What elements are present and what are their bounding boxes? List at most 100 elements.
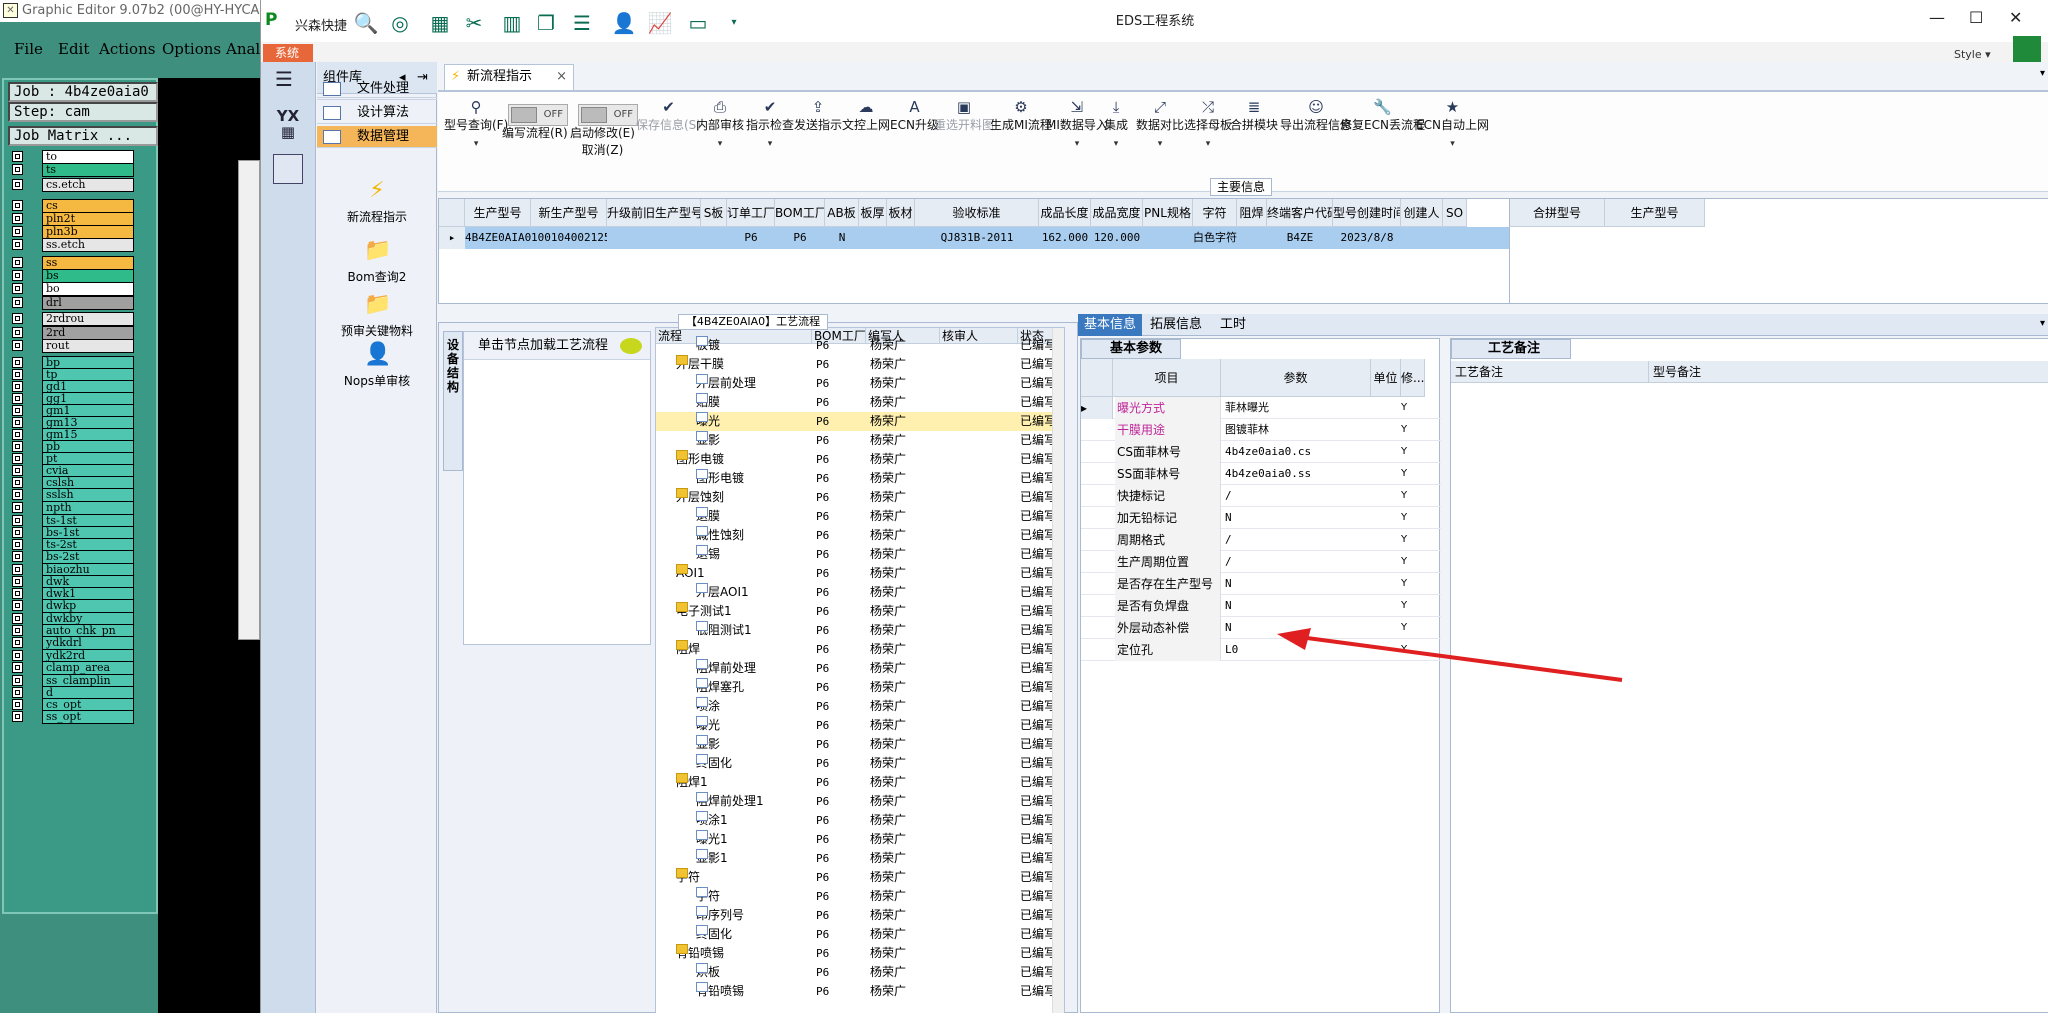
layer-row[interactable]: bs-2st [12, 550, 134, 564]
ribbon-9-button[interactable]: A ECN升级 [890, 98, 939, 133]
maximize-button[interactable]: ☐ [1969, 8, 1983, 27]
tree-row[interactable]: 阻焊前处理1 P6 杨荣广 已编写 [656, 792, 1064, 811]
layer-row[interactable]: cs.etch [12, 178, 134, 192]
layer-checkbox[interactable] [12, 675, 23, 686]
tree-row[interactable]: 贴膜 P6 杨荣广 已编写 [656, 393, 1064, 412]
param-value[interactable]: N [1223, 595, 1369, 617]
dropdown-arrow-icon[interactable]: ▾ [696, 139, 744, 149]
layer-checkbox[interactable] [12, 381, 23, 392]
param-value[interactable]: L0 [1223, 639, 1369, 661]
ribbon-19-button[interactable]: ★ ECN自动上网 ▾ [1416, 98, 1489, 149]
tree-row[interactable]: −有铅喷锡 P6 杨荣广 已编写 [656, 944, 1064, 963]
tree-row[interactable]: 曝光 P6 杨荣广 已编写 [656, 412, 1064, 431]
tree-row[interactable]: 阻焊塞孔 P6 杨荣广 已编写 [656, 678, 1064, 697]
grid-cell[interactable] [1443, 227, 1467, 249]
layer-checkbox[interactable] [12, 179, 23, 190]
layer-row[interactable]: sslsh [12, 488, 134, 502]
tree-row[interactable]: 图形电镀 P6 杨荣广 已编写 [656, 469, 1064, 488]
param-value[interactable]: 4b4ze0aia0.cs [1223, 441, 1369, 463]
param-row[interactable]: 干膜用途 图镀菲林 Y [1081, 419, 1441, 441]
tree-row[interactable]: 喷涂1 P6 杨荣广 已编写 [656, 811, 1064, 830]
layer-row[interactable]: ss_opt [12, 710, 134, 724]
layer-checkbox[interactable] [12, 239, 23, 250]
layer-checkbox[interactable] [12, 226, 23, 237]
layer-checkbox[interactable] [12, 313, 23, 324]
grid-cell[interactable] [701, 227, 727, 249]
layer-row[interactable]: to [12, 150, 134, 164]
layer-checkbox[interactable] [12, 515, 23, 526]
layer-checkbox[interactable] [12, 151, 23, 162]
tree-row[interactable]: 终固化 P6 杨荣广 已编写 [656, 754, 1064, 773]
layer-checkbox[interactable] [12, 429, 23, 440]
param-row[interactable]: 定位孔 L0 Y [1081, 639, 1441, 661]
nav-bom-query[interactable]: 📁 Bom查询2 [317, 238, 437, 285]
grid-cell[interactable] [1237, 227, 1267, 249]
tree-row[interactable]: −阻焊1 P6 杨荣广 已编写 [656, 773, 1064, 792]
param-value[interactable]: / [1223, 551, 1369, 573]
dropdown-arrow-icon[interactable]: ▾ [1104, 139, 1128, 149]
param-row[interactable]: 生产周期位置 / Y [1081, 551, 1441, 573]
param-row[interactable]: 快捷标记 / Y [1081, 485, 1441, 507]
grid-cell[interactable] [887, 227, 915, 249]
grid-cell[interactable]: 120.000 [1091, 227, 1143, 249]
grid-cell[interactable]: 10010400212505 [531, 227, 607, 249]
layer-checkbox[interactable] [12, 465, 23, 476]
tree-row[interactable]: 显影 P6 杨荣广 已编写 [656, 735, 1064, 754]
grid-cell[interactable] [859, 227, 887, 249]
param-row[interactable]: SS面菲林号 4b4ze0aia0.ss Y [1081, 463, 1441, 485]
menu-file[interactable]: File [14, 40, 43, 58]
tree-scrollbar[interactable] [1052, 328, 1064, 1013]
tab-list-icon[interactable]: ▾ [2040, 68, 2045, 79]
layer-checkbox[interactable] [12, 357, 23, 368]
load-flow-box[interactable]: 单击节点加载工艺流程 [463, 331, 651, 645]
tree-row[interactable]: 低阻测试1 P6 杨荣广 已编写 [656, 621, 1064, 640]
tree-row[interactable]: 印序列号 P6 杨荣广 已编写 [656, 906, 1064, 925]
nav-item-data-manage[interactable]: 数据管理 [317, 126, 437, 148]
tree-row[interactable]: −外层蚀刻 P6 杨荣广 已编写 [656, 488, 1064, 507]
layer-checkbox[interactable] [12, 699, 23, 710]
layer-checkbox[interactable] [12, 625, 23, 636]
ribbon-11-button[interactable]: ⚙ 生成MI流程 [990, 98, 1052, 133]
layer-checkbox[interactable] [12, 564, 23, 575]
toggle-switch[interactable]: OFF [578, 104, 638, 126]
layer-row[interactable]: npth [12, 501, 134, 515]
tree-row[interactable]: 有铅喷锡 P6 杨荣广 已编写 [656, 982, 1064, 1001]
grid-cell[interactable]: 2023/8/8 [1333, 227, 1401, 249]
tree-row[interactable]: 曝光 P6 杨荣广 已编写 [656, 716, 1064, 735]
grid-cell[interactable]: QJ831B-2011 [915, 227, 1039, 249]
tree-row[interactable]: −外层干膜 P6 杨荣广 已编写 [656, 355, 1064, 374]
yx-logo-icon[interactable]: YX ▦ [271, 108, 305, 144]
param-row[interactable]: 是否存在生产型号 N Y [1081, 573, 1441, 595]
grid-cell[interactable] [1143, 227, 1193, 249]
param-value[interactable]: 图镀菲林 [1223, 419, 1369, 441]
layer-checkbox[interactable] [12, 588, 23, 599]
layer-row[interactable]: ts [12, 163, 134, 177]
dropdown-arrow-icon[interactable]: ▾ [746, 139, 794, 149]
param-value[interactable]: N [1223, 573, 1369, 595]
tree-row[interactable]: 显影 P6 杨荣广 已编写 [656, 431, 1064, 450]
ribbon-3-button[interactable]: OFF 启动修改(E) 取消(Z) [570, 98, 638, 158]
ribbon-2-button[interactable]: OFF 编写流程(R) [502, 98, 568, 141]
layer-row[interactable]: clamp_area [12, 661, 134, 675]
ribbon-5-button[interactable]: ⎙ 内部审核 ▾ [696, 98, 744, 149]
param-row[interactable]: 周期格式 / Y [1081, 529, 1441, 551]
grid-cell[interactable]: 162.000 [1039, 227, 1091, 249]
close-tab-icon[interactable]: × [556, 65, 567, 89]
tree-row[interactable]: 曝光1 P6 杨荣广 已编写 [656, 830, 1064, 849]
tree-row[interactable]: −图形电镀 P6 杨荣广 已编写 [656, 450, 1064, 469]
layer-checkbox[interactable] [12, 405, 23, 416]
grid-cell[interactable]: 4B4ZE0AIA0 [465, 227, 531, 249]
tree-row[interactable]: 板镀 P6 杨荣广 已编写 [656, 336, 1064, 355]
tree-row[interactable]: 阻焊前处理 P6 杨荣广 已编写 [656, 659, 1064, 678]
ribbon-18-button[interactable]: 🔧 修复ECN丢流程 [1340, 98, 1425, 133]
layer-checkbox[interactable] [12, 200, 23, 211]
layer-checkbox[interactable] [12, 340, 23, 351]
layer-checkbox[interactable] [12, 613, 23, 624]
ribbon-15-button[interactable]: ⤮ 选择母板 ▾ [1184, 98, 1232, 149]
tree-row[interactable]: 喷涂 P6 杨荣广 已编写 [656, 697, 1064, 716]
layer-row[interactable]: rout [12, 339, 134, 353]
layer-checkbox[interactable] [12, 711, 23, 722]
tree-row[interactable]: −字符 P6 杨荣广 已编写 [656, 868, 1064, 887]
minimize-button[interactable]: — [1929, 8, 1945, 27]
grid-cell[interactable]: 白色字符 [1193, 227, 1237, 249]
